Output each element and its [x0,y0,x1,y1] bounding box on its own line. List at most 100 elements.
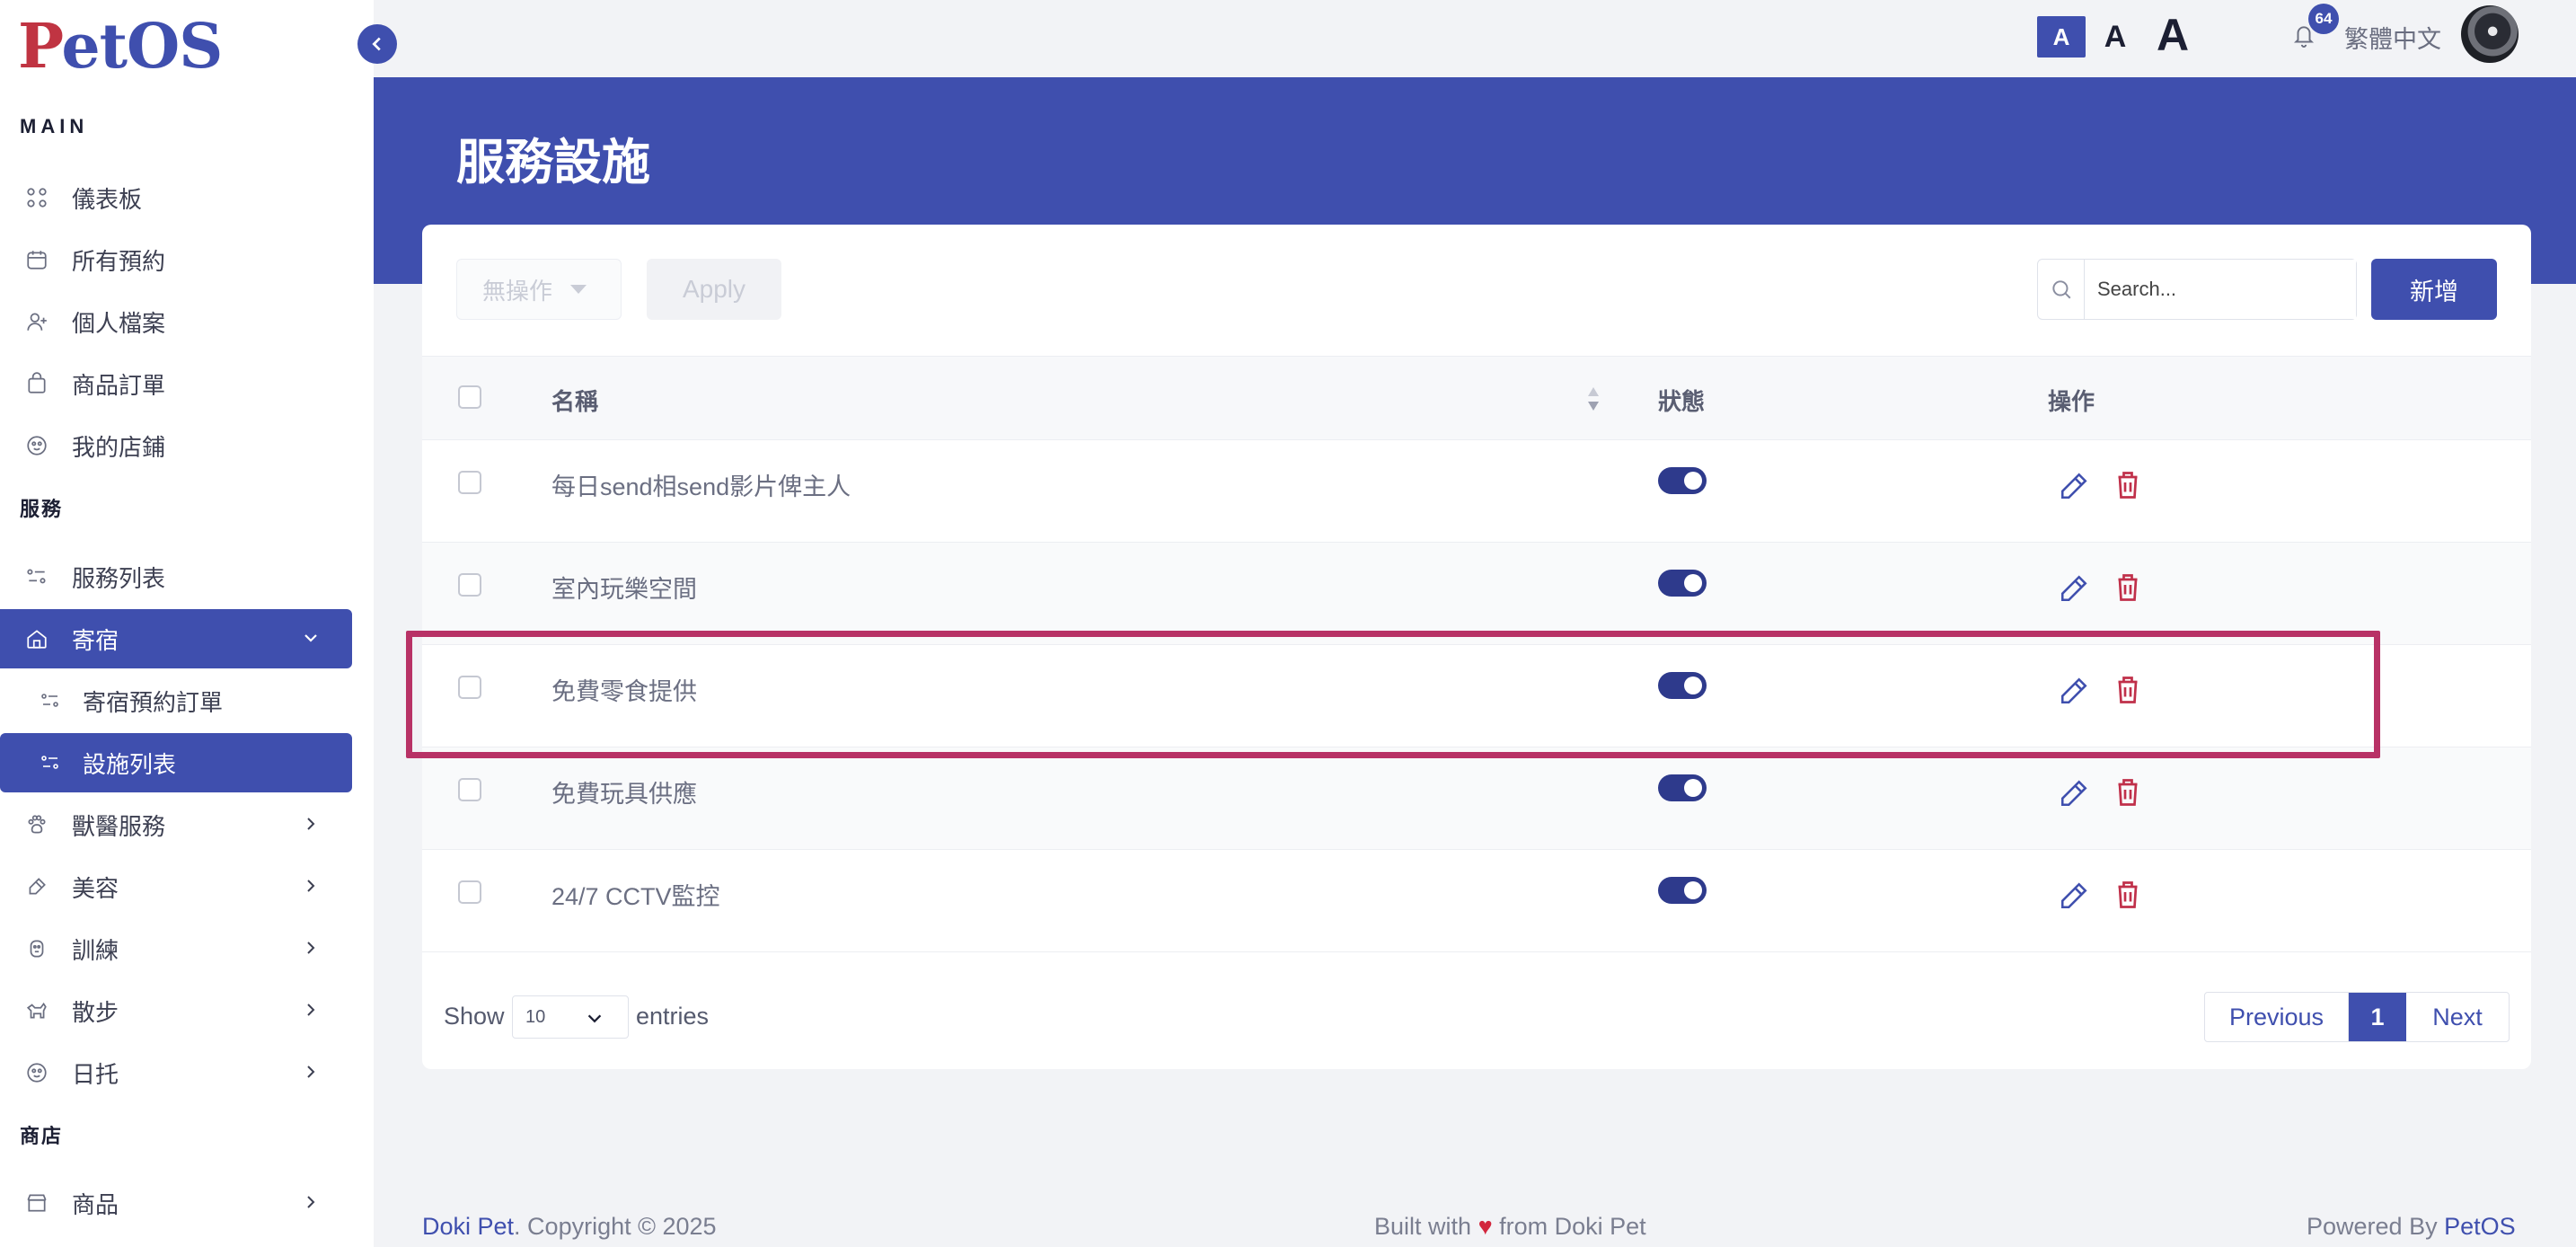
calendar-icon [25,248,49,271]
status-toggle[interactable] [1658,672,1707,699]
facility-name: 室內玩樂空間 [551,576,697,603]
sidebar-item-label: 寄宿預約訂單 [83,688,224,716]
font-size-small-button[interactable]: A [2037,16,2086,57]
row-checkbox[interactable] [458,880,481,904]
edit-icon[interactable] [2059,880,2089,911]
sidebar-item-facility-list[interactable]: 設施列表 [0,733,352,792]
sidebar-item-label: 寄宿 [72,626,119,654]
sidebar-collapse-button[interactable] [357,24,397,64]
search-input[interactable] [2085,260,2356,319]
next-page-button[interactable]: Next [2406,993,2509,1041]
font-size-large-button[interactable]: A [2148,10,2197,60]
column-header-name[interactable]: 名稱 [551,384,598,417]
sidebar-item-products[interactable]: 商品 [0,1173,352,1233]
sidebar-item-label: 服務列表 [72,564,166,592]
table-header: 名稱 狀態 操作 [422,356,2531,440]
sidebar-item-product-orders[interactable]: 商品訂單 [0,354,352,413]
sidebar-item-vet[interactable]: 獸醫服務 [0,795,352,854]
edit-icon[interactable] [2059,676,2089,706]
paw-icon [25,1061,49,1084]
table-row: 室內玩樂空間 [422,543,2531,645]
chevron-right-icon [300,937,322,959]
caret-down-icon [570,285,587,294]
petos-logo[interactable]: PetOS [18,11,223,83]
list-icon [25,565,49,588]
page-title: 服務設施 [456,136,650,190]
status-toggle[interactable] [1658,774,1707,801]
footer-powered-by: Powered By PetOS [2307,1213,2516,1240]
search-box [2037,259,2357,320]
avatar[interactable] [2461,5,2519,63]
section-label-main: MAIN [20,115,89,137]
facility-name: 免費玩具供應 [551,781,697,808]
page-number-button[interactable]: 1 [2349,993,2406,1041]
page-length-select[interactable]: 10 [512,995,629,1039]
sidebar: PetOS MAIN 儀表板 所有預約 個人檔案 商品訂單 我的店鋪 服務 服務… [0,0,374,1247]
row-checkbox[interactable] [458,573,481,597]
bulk-action-select[interactable]: 無操作 [456,259,622,320]
edit-icon[interactable] [2059,471,2089,501]
status-toggle[interactable] [1658,570,1707,597]
sidebar-item-label: 美容 [72,874,119,902]
sidebar-item-walking[interactable]: 散步 [0,981,352,1040]
sidebar-item-label: 商品訂單 [72,371,166,399]
chevron-right-icon [300,813,322,835]
chevron-left-icon [372,37,381,51]
dashboard-icon [25,186,49,209]
edit-icon[interactable] [2059,573,2089,604]
previous-page-button[interactable]: Previous [2205,993,2349,1041]
status-toggle[interactable] [1658,877,1707,904]
sidebar-item-boarding[interactable]: 寄宿 [0,609,352,668]
sidebar-item-label: 獸醫服務 [72,812,166,840]
trash-icon[interactable] [2114,469,2141,501]
sidebar-item-profile[interactable]: 個人檔案 [0,292,352,351]
brush-icon [25,875,49,898]
sidebar-item-training[interactable]: 訓練 [0,919,352,978]
section-label-shop: 商店 [20,1125,64,1147]
row-checkbox[interactable] [458,676,481,699]
table-row: 免費零食提供 [422,645,2531,747]
language-switcher[interactable]: 繁體中文 [2344,20,2441,55]
table-row: 每日send相send影片俾主人 [422,440,2531,543]
row-checkbox[interactable] [458,471,481,494]
font-size-medium-button[interactable]: A [2095,16,2136,57]
sort-icon[interactable] [1586,384,1601,414]
trash-icon[interactable] [2114,674,2141,706]
add-button[interactable]: 新增 [2371,259,2497,320]
sidebar-item-grooming[interactable]: 美容 [0,857,352,916]
sidebar-item-all-bookings[interactable]: 所有預約 [0,230,352,289]
sidebar-item-dashboard[interactable]: 儀表板 [0,168,352,227]
sidebar-item-daycare[interactable]: 日托 [0,1043,352,1102]
edit-icon[interactable] [2059,778,2089,809]
facility-name: 24/7 CCTV監控 [551,883,720,910]
sidebar-item-label: 儀表板 [72,185,143,213]
status-toggle[interactable] [1658,467,1707,494]
footer-brand-link[interactable]: Doki Pet [422,1213,514,1240]
footer-petos-link[interactable]: PetOS [2444,1213,2516,1240]
chevron-down-icon [587,1014,602,1023]
sidebar-item-service-list[interactable]: 服務列表 [0,547,352,606]
sidebar-item-label: 商品 [72,1190,119,1218]
trash-icon[interactable] [2114,776,2141,809]
pagination: Previous 1 Next [2204,992,2510,1042]
bulk-action-value: 無操作 [482,277,553,305]
section-label-services: 服務 [20,498,64,520]
chevron-right-icon [300,875,322,897]
column-header-actions: 操作 [2048,388,2095,415]
heart-icon: ♥ [1478,1213,1493,1240]
select-all-checkbox[interactable] [458,385,481,409]
footer-copyright: Doki Pet. Copyright © 2025 [422,1213,717,1240]
column-header-status: 狀態 [1658,388,1706,415]
search-icon [2038,260,2085,319]
entries-label: entries [636,1003,710,1030]
trash-icon[interactable] [2114,571,2141,604]
table-row: 24/7 CCTV監控 [422,850,2531,952]
sidebar-item-label: 散步 [72,998,119,1026]
sidebar-item-my-store[interactable]: 我的店鋪 [0,416,352,475]
trash-icon[interactable] [2114,879,2141,911]
apply-button[interactable]: Apply [647,259,781,320]
footer-built-with: Built with ♥ from Doki Pet [1374,1213,1646,1240]
row-checkbox[interactable] [458,778,481,801]
paw-icon [25,813,49,836]
sidebar-item-boarding-orders[interactable]: 寄宿預約訂單 [0,671,352,730]
